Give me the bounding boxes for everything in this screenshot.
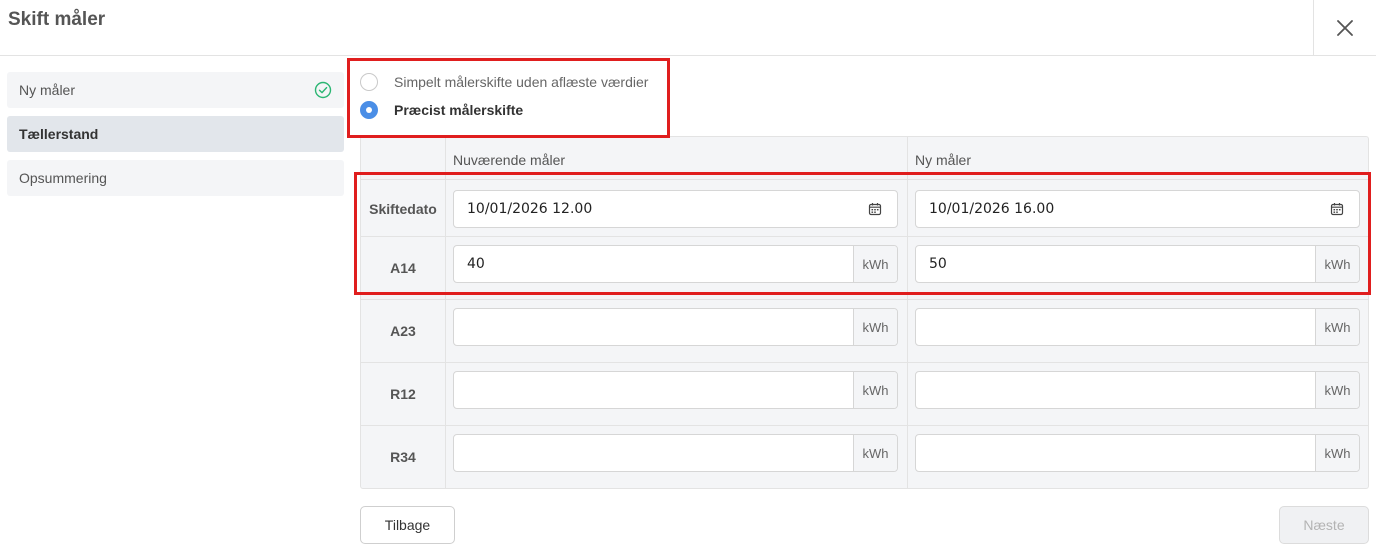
step-taellerstand[interactable]: Tællerstand [7,116,344,152]
unit-label: kWh [853,246,897,282]
column-divider [907,137,908,488]
highlight-box-mode [347,58,670,138]
unit-label: kWh [853,435,897,471]
unit-label: kWh [1315,372,1359,408]
input-value[interactable] [454,372,853,408]
current-r34-input[interactable]: kWh [453,434,898,472]
step-label: Tællerstand [19,126,99,142]
input-value[interactable]: 50 [916,246,1315,282]
dialog-header: Skift måler [0,0,1376,56]
row-label-r12: R12 [390,386,416,402]
unit-label: kWh [1315,309,1359,345]
next-button[interactable]: Næste [1279,506,1369,544]
column-divider [445,137,446,488]
input-value[interactable] [454,309,853,345]
radio-label: Præcist målerskifte [394,102,524,118]
radio-simple-change[interactable]: Simpelt målerskifte uden aflæste værdier [360,72,648,92]
input-value[interactable] [454,435,853,471]
radio-circle-checked[interactable] [360,101,378,119]
step-label: Opsummering [19,170,107,186]
check-circle-icon [314,81,332,99]
step-list: Ny måler Tællerstand Opsummering [7,72,344,204]
step-label: Ny måler [19,82,76,98]
new-a14-input[interactable]: 50 kWh [915,245,1360,283]
back-button[interactable]: Tilbage [360,506,455,544]
new-date-input[interactable]: 10/01/2026 16.00 [915,190,1360,228]
row-label-a14: A14 [390,260,416,276]
row-label-skiftedato: Skiftedato [369,201,437,217]
row-label-a23: A23 [390,323,416,339]
input-value[interactable] [916,309,1315,345]
input-value[interactable]: 40 [454,246,853,282]
close-button[interactable] [1313,0,1376,56]
row-divider [361,299,1368,300]
row-divider [361,236,1368,237]
current-r12-input[interactable]: kWh [453,371,898,409]
date-value: 10/01/2026 12.00 [467,201,593,217]
radio-label: Simpelt målerskifte uden aflæste værdier [394,74,649,90]
radio-precise-change[interactable]: Præcist målerskifte [360,100,523,120]
step-opsummering[interactable]: Opsummering [7,160,344,196]
input-value[interactable] [916,435,1315,471]
row-label-r34: R34 [390,449,416,465]
row-divider [361,362,1368,363]
current-a14-input[interactable]: 40 kWh [453,245,898,283]
new-r12-input[interactable]: kWh [915,371,1360,409]
column-header-new: Ny måler [915,152,972,168]
unit-label: kWh [1315,435,1359,471]
column-header-current: Nuværende måler [453,152,566,168]
unit-label: kWh [853,372,897,408]
current-date-input[interactable]: 10/01/2026 12.00 [453,190,898,228]
step-ny-maler[interactable]: Ny måler [7,72,344,108]
calendar-button[interactable] [1315,191,1359,227]
date-value: 10/01/2026 16.00 [929,201,1055,217]
calendar-icon [1330,203,1344,216]
unit-label: kWh [853,309,897,345]
new-a23-input[interactable]: kWh [915,308,1360,346]
close-icon [1337,20,1353,36]
row-divider [361,179,1368,180]
row-divider [361,425,1368,426]
input-value[interactable] [916,372,1315,408]
calendar-icon [868,203,882,216]
calendar-button[interactable] [853,191,897,227]
current-a23-input[interactable]: kWh [453,308,898,346]
unit-label: kWh [1315,246,1359,282]
new-r34-input[interactable]: kWh [915,434,1360,472]
radio-circle[interactable] [360,73,378,91]
dialog-title: Skift måler [8,9,106,30]
